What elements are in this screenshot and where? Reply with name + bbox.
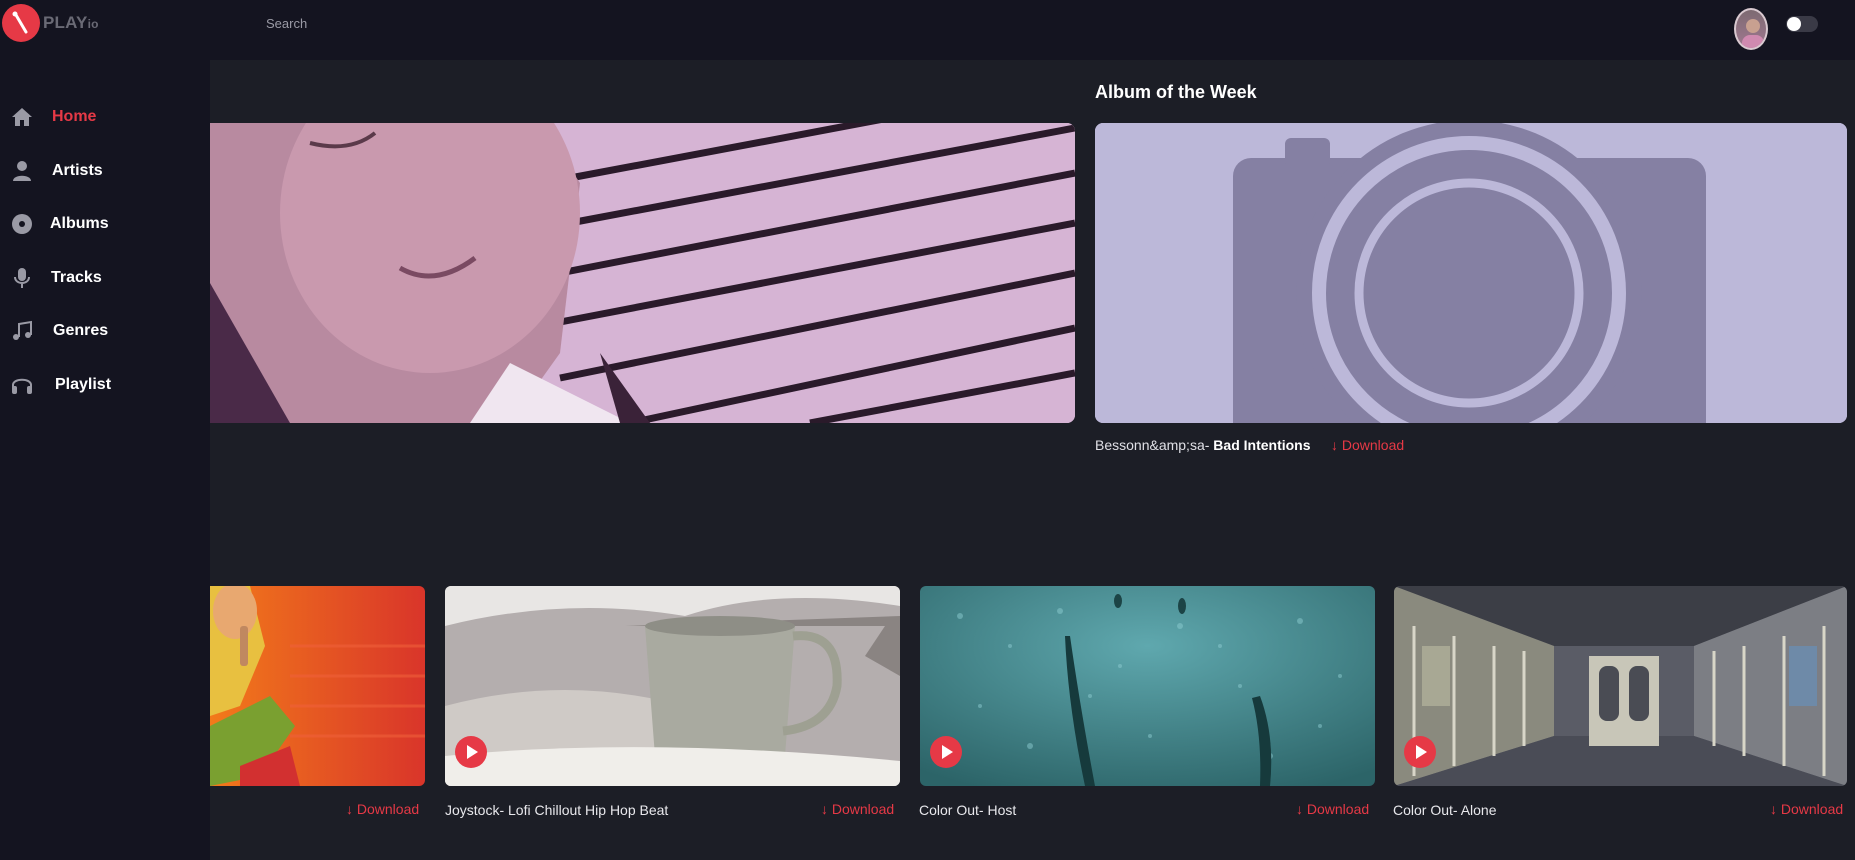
user-avatar[interactable] (1734, 8, 1768, 50)
featured-banner-image[interactable] (210, 123, 1075, 423)
track-title: Joystock- Lofi Chillout Hip Hop Beat (445, 802, 669, 818)
track-card-image[interactable] (210, 586, 425, 786)
sidebar-item-label: Albums (50, 215, 109, 232)
featured-artist: Bessonn&amp;sa- (1095, 437, 1210, 453)
track-title: Color Out- Alone (1393, 802, 1497, 818)
sidebar-item-label: Artists (52, 162, 103, 179)
featured-title: Bad Intentions (1213, 437, 1311, 453)
track-title: Color Out- Host (919, 802, 1017, 818)
sidebar-item-tracks[interactable]: Tracks (0, 258, 210, 298)
sidebar: Home Artists Albums Tracks Genres Playli… (0, 60, 210, 860)
sidebar-item-label: Home (52, 108, 97, 125)
album-of-the-week-title: Album of the Week (1095, 82, 1257, 102)
camera-icon (1095, 123, 1847, 423)
track-download-link[interactable]: ↓ Download (1770, 801, 1843, 817)
track-card-image[interactable] (920, 586, 1375, 786)
sidebar-item-home[interactable]: Home (0, 97, 210, 137)
toggle-knob (1787, 17, 1801, 31)
play-button[interactable] (1404, 736, 1436, 768)
sidebar-item-label: Tracks (51, 269, 102, 286)
music-note-icon (13, 320, 32, 340)
play-button[interactable] (455, 736, 487, 768)
theme-toggle[interactable] (1786, 16, 1818, 32)
track-download-link[interactable]: ↓ Download (1296, 801, 1369, 817)
sidebar-item-label: Playlist (55, 376, 112, 393)
track-download-link[interactable]: ↓ Download (346, 801, 419, 817)
home-icon (12, 108, 32, 126)
microphone-icon (14, 268, 30, 288)
logo-text: PLAYio (43, 13, 99, 32)
sidebar-item-label: Genres (53, 322, 109, 339)
logo-mark (2, 4, 40, 42)
user-icon (13, 161, 31, 181)
headphones-icon (12, 378, 32, 394)
featured-track-caption: Bessonn&amp;sa- Bad Intentions (1095, 437, 1311, 453)
search-input[interactable] (266, 10, 666, 36)
sidebar-item-artists[interactable]: Artists (0, 151, 210, 191)
featured-download-link[interactable]: ↓ Download (1331, 437, 1404, 453)
play-button[interactable] (930, 736, 962, 768)
sidebar-item-genres[interactable]: Genres (0, 311, 210, 351)
album-cover-placeholder[interactable] (1095, 123, 1847, 423)
track-card-image[interactable] (445, 586, 900, 786)
disc-icon (12, 214, 32, 234)
track-download-link[interactable]: ↓ Download (821, 801, 894, 817)
track-card-image[interactable] (1394, 586, 1847, 786)
sidebar-item-albums[interactable]: Albums (0, 204, 210, 244)
top-bar: PLAYio (0, 0, 1855, 60)
app-logo[interactable]: PLAYio (2, 4, 99, 42)
sidebar-item-playlist[interactable]: Playlist (0, 365, 210, 405)
